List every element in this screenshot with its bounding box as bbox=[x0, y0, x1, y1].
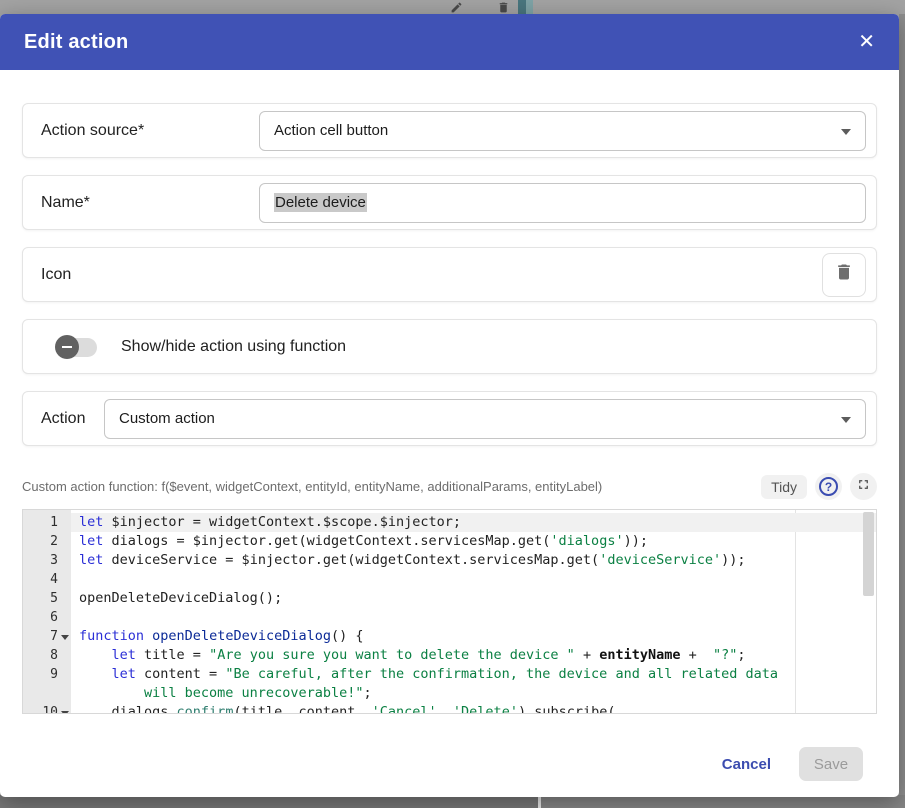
code-text: dialogs.confirm(title, content, 'Cancel'… bbox=[71, 703, 876, 714]
show-hide-field: Show/hide action using function bbox=[22, 319, 877, 374]
screen: Edit action ✕ Action source* Action cell… bbox=[0, 0, 905, 808]
code-text: function openDeleteDeviceDialog() { bbox=[71, 627, 876, 646]
line-number: 3 bbox=[23, 551, 71, 570]
name-value-selected: Delete device bbox=[274, 193, 367, 212]
close-icon[interactable]: ✕ bbox=[854, 30, 879, 54]
code-line[interactable]: 8 let title = "Are you sure you want to … bbox=[23, 646, 876, 665]
code-text: openDeleteDeviceDialog(); bbox=[71, 589, 876, 608]
line-number: 2 bbox=[23, 532, 71, 551]
action-select[interactable]: Custom action bbox=[104, 399, 866, 439]
code-text: let content = "Be careful, after the con… bbox=[71, 665, 876, 684]
editor-scrollbar[interactable] bbox=[863, 512, 874, 711]
code-text: let title = "Are you sure you want to de… bbox=[71, 646, 876, 665]
show-hide-label: Show/hide action using function bbox=[121, 338, 346, 356]
name-field: Name* Delete device bbox=[22, 175, 877, 230]
icon-label: Icon bbox=[41, 266, 822, 284]
code-line[interactable]: 10 dialogs.confirm(title, content, 'Canc… bbox=[23, 703, 876, 714]
code-editor[interactable]: 1let $injector = widgetContext.$scope.$i… bbox=[22, 509, 877, 714]
code-text bbox=[71, 570, 876, 589]
action-source-value: Action cell button bbox=[274, 122, 388, 139]
code-line[interactable]: 2let dialogs = $injector.get(widgetConte… bbox=[23, 532, 876, 551]
background-toolbar bbox=[0, 0, 905, 14]
dialog-footer: Cancel Save bbox=[22, 747, 877, 781]
action-label: Action bbox=[41, 410, 104, 428]
teal-marker bbox=[518, 0, 533, 14]
custom-function-signature: Custom action function: f($event, widget… bbox=[22, 479, 761, 494]
code-caption-row: Custom action function: f($event, widget… bbox=[22, 473, 877, 500]
line-number: 10 bbox=[23, 703, 71, 714]
code-lines: 1let $injector = widgetContext.$scope.$i… bbox=[23, 510, 876, 714]
trash-icon bbox=[834, 262, 854, 287]
chevron-down-icon bbox=[841, 417, 851, 423]
cancel-button[interactable]: Cancel bbox=[718, 750, 775, 779]
code-text: will become unrecoverable!"; bbox=[71, 684, 876, 703]
fullscreen-button[interactable] bbox=[850, 473, 877, 500]
action-source-field: Action source* Action cell button bbox=[22, 103, 877, 158]
save-button[interactable]: Save bbox=[799, 747, 863, 781]
code-text bbox=[71, 608, 876, 627]
line-number: 6 bbox=[23, 608, 71, 627]
icon-field: Icon bbox=[22, 247, 877, 302]
line-number bbox=[23, 684, 71, 703]
fold-arrow-icon[interactable] bbox=[61, 711, 69, 714]
action-value: Custom action bbox=[119, 410, 215, 427]
line-number: 8 bbox=[23, 646, 71, 665]
code-line[interactable]: 7function openDeleteDeviceDialog() { bbox=[23, 627, 876, 646]
code-text: let dialogs = $injector.get(widgetContex… bbox=[71, 532, 876, 551]
line-number: 9 bbox=[23, 665, 71, 684]
show-hide-toggle[interactable] bbox=[55, 335, 99, 359]
line-number: 5 bbox=[23, 589, 71, 608]
action-source-label: Action source* bbox=[41, 122, 259, 140]
dialog-title: Edit action bbox=[24, 31, 854, 54]
code-line[interactable]: 1let $injector = widgetContext.$scope.$i… bbox=[23, 513, 876, 532]
code-line[interactable]: will become unrecoverable!"; bbox=[23, 684, 876, 703]
action-field: Action Custom action bbox=[22, 391, 877, 446]
code-line[interactable]: 5openDeleteDeviceDialog(); bbox=[23, 589, 876, 608]
action-source-select[interactable]: Action cell button bbox=[259, 111, 866, 151]
line-number: 1 bbox=[23, 513, 71, 532]
fullscreen-icon bbox=[856, 477, 871, 497]
fold-arrow-icon[interactable] bbox=[61, 635, 69, 640]
help-button[interactable]: ? bbox=[815, 473, 842, 500]
code-line[interactable]: 9 let content = "Be careful, after the c… bbox=[23, 665, 876, 684]
edit-action-dialog: Edit action ✕ Action source* Action cell… bbox=[0, 14, 899, 797]
backdrop-right bbox=[899, 14, 905, 808]
toggle-thumb bbox=[55, 335, 79, 359]
code-text: let deviceService = $injector.get(widget… bbox=[71, 551, 876, 570]
code-controls: Tidy ? bbox=[761, 473, 877, 500]
tidy-button[interactable]: Tidy bbox=[761, 475, 807, 499]
code-text: let $injector = widgetContext.$scope.$in… bbox=[71, 513, 876, 532]
scrollbar-thumb[interactable] bbox=[863, 512, 874, 596]
dialog-body: Action source* Action cell button Name* … bbox=[0, 103, 899, 781]
code-line[interactable]: 6 bbox=[23, 608, 876, 627]
line-number: 4 bbox=[23, 570, 71, 589]
name-label: Name* bbox=[41, 194, 259, 212]
dialog-header: Edit action ✕ bbox=[0, 14, 899, 70]
chevron-down-icon bbox=[841, 129, 851, 135]
name-input[interactable]: Delete device bbox=[259, 183, 866, 223]
code-line[interactable]: 4 bbox=[23, 570, 876, 589]
line-number: 7 bbox=[23, 627, 71, 646]
toggle-off-dash-icon bbox=[62, 346, 72, 348]
icon-delete-button[interactable] bbox=[822, 253, 866, 297]
code-line[interactable]: 3let deviceService = $injector.get(widge… bbox=[23, 551, 876, 570]
help-icon: ? bbox=[819, 477, 838, 496]
